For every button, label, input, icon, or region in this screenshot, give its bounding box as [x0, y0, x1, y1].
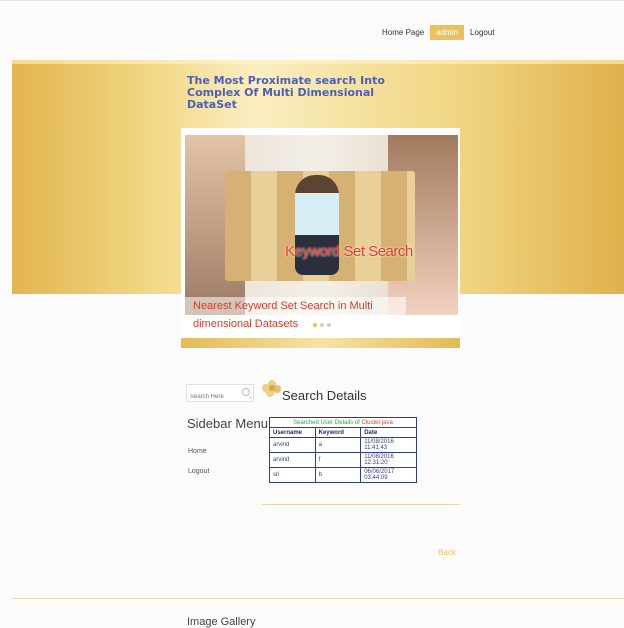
image-gallery-title: Image Gallery — [187, 616, 256, 628]
flower-icon — [262, 380, 281, 397]
slider-dot-3[interactable] — [327, 323, 331, 327]
sidebar-title: Sidebar Menu — [187, 416, 268, 431]
cell-date: 06/06/2017 03:44:09 — [360, 467, 417, 483]
cell-date: 11/08/2016 12:31:20 — [360, 452, 417, 468]
col-date: Date — [360, 427, 417, 438]
slide-caption: Nearest Keyword Set Search in Multi dime… — [185, 297, 406, 330]
cell-keyword: a — [314, 437, 362, 453]
table-row: sri b 06/06/2017 03:44:09 — [269, 467, 417, 483]
cell-username: arvind — [269, 452, 316, 468]
search-details-table: Searched User Details of Cluster.java Us… — [269, 417, 417, 483]
search-details-title: Search Details — [282, 388, 367, 403]
table-row: arvind a 11/08/2016 11:41:43 — [269, 437, 417, 453]
page-title: The Most Proximate search Into Complex O… — [187, 74, 385, 111]
table-caption-row: Searched User Details of Cluster.java — [269, 417, 417, 428]
table-row: arvind f 11/08/2016 12:31:20 — [269, 452, 417, 468]
search-input[interactable] — [187, 389, 243, 405]
nav-admin-link[interactable]: admin — [430, 24, 465, 40]
top-nav: Home Page admin Logout — [382, 24, 495, 40]
slider-dot-1[interactable] — [313, 323, 317, 327]
cell-date: 11/08/2016 11:41:43 — [360, 437, 417, 453]
cell-username: arvind — [269, 437, 316, 453]
footer-divider — [12, 598, 624, 599]
slide-label: Keyword Set Search — [285, 243, 413, 260]
col-keyword: Keyword — [314, 427, 362, 438]
slider-bottom-bar — [181, 338, 460, 348]
slider-dot-2[interactable] — [320, 323, 324, 327]
sidebar-item-logout[interactable]: Logout — [188, 468, 209, 475]
nav-home-link[interactable]: Home Page — [382, 28, 424, 37]
back-link[interactable]: Back — [438, 548, 456, 557]
slider-dots — [313, 323, 331, 327]
person-center-graphic — [295, 175, 339, 275]
col-username: Username — [269, 427, 316, 438]
nav-logout-link[interactable]: Logout — [470, 28, 494, 37]
table-caption-owner: Cluster.java — [361, 419, 393, 426]
cell-username: sri — [269, 467, 316, 483]
cell-keyword: b — [314, 467, 362, 483]
sidebar-item-home[interactable]: Home — [188, 448, 207, 455]
slide-image: Keyword Set Search — [185, 135, 458, 315]
cell-keyword: f — [314, 452, 362, 468]
table-header-row: Username Keyword Date — [269, 427, 417, 438]
section-divider — [262, 504, 460, 505]
search-box — [186, 384, 254, 405]
search-icon[interactable] — [242, 388, 250, 396]
table-caption-text: Searched User Details of — [293, 419, 360, 426]
table-caption: Searched User Details of Cluster.java — [269, 417, 417, 428]
top-border — [0, 0, 624, 1]
